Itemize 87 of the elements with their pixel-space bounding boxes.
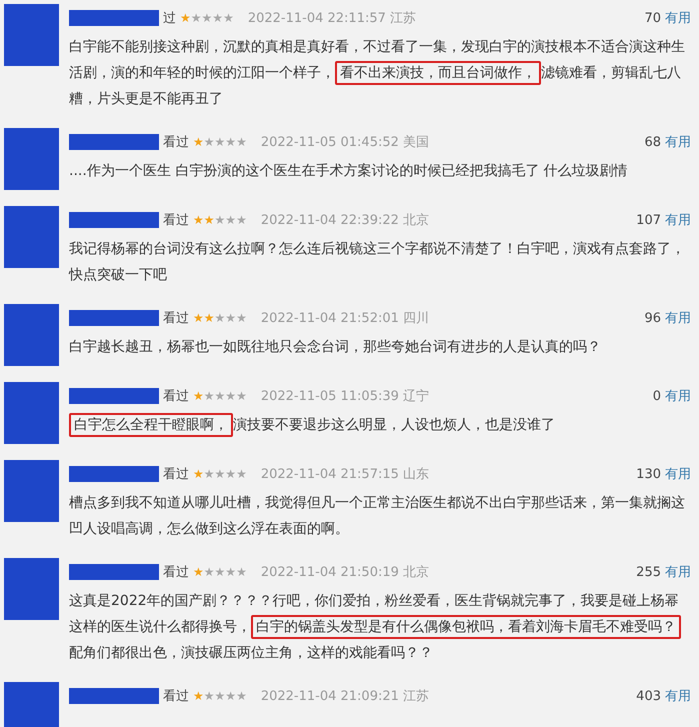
avatar	[4, 382, 59, 444]
review-time: 2022-11-04 21:57:15 山东	[260, 466, 430, 483]
star-icon: ★	[225, 467, 236, 481]
star-icon: ★	[193, 389, 204, 403]
star-icon: ★	[236, 389, 247, 403]
star-icon: ★	[204, 311, 215, 325]
watched-label: 看过	[163, 564, 189, 581]
star-icon: ★	[204, 467, 215, 481]
vote-count: 0	[652, 388, 661, 404]
star-icon: ★	[204, 565, 215, 579]
vote-count: 130	[636, 466, 661, 482]
star-icon: ★	[225, 565, 236, 579]
avatar	[4, 304, 59, 366]
star-icon: ★	[225, 689, 236, 703]
vote-count: 403	[636, 688, 661, 704]
review-time: 2022-11-05 01:45:52 美国	[260, 134, 430, 151]
star-icon: ★	[214, 389, 226, 403]
watched-label: 看过	[163, 310, 189, 327]
star-icon: ★	[236, 135, 247, 149]
avatar	[4, 128, 59, 190]
review-text: 白宇越长越丑，杨幂也一如既往地只会念台词，那些夸她台词有进步的人是认真的吗？	[69, 338, 602, 357]
star-icon: ★	[225, 213, 236, 227]
review-time: 2022-11-04 22:11:57 江苏	[248, 10, 416, 27]
avatar	[4, 682, 59, 727]
useful-link[interactable]: 有用	[665, 133, 691, 151]
review-text: 白宇怎么全程干瞪眼啊， 演技要不要退步这么明显，人设也烦人，也是没谁了	[69, 412, 691, 438]
star-icon: ★	[204, 389, 215, 403]
star-icon: ★	[225, 311, 236, 325]
avatar	[4, 558, 59, 620]
vote-count: 68	[644, 134, 661, 150]
review-time: 2022-11-04 21:50:19 北京	[260, 564, 430, 581]
watched-label: 看过	[163, 212, 189, 229]
avatar	[4, 206, 59, 268]
watched-label: 看过	[163, 466, 189, 483]
star-icon: ★	[193, 565, 204, 579]
star-icon: ★	[193, 467, 204, 481]
useful-link[interactable]: 有用	[665, 563, 691, 581]
star-icon: ★	[214, 565, 226, 579]
watched-label: 看过	[163, 134, 189, 151]
useful-link[interactable]: 有用	[665, 687, 691, 705]
star-icon: ★	[204, 689, 215, 703]
star-icon: ★	[225, 389, 236, 403]
star-icon: ★	[214, 467, 226, 481]
review-text: 槽点多到我不知道从哪儿吐槽，我觉得但凡一个正常主治医生都说不出白宇那些话来，第一集就搁这凹人设唱高调，怎么做到这么浮在表面的啊。	[69, 494, 686, 539]
avatar	[4, 4, 59, 66]
review-time: 2022-11-05 11:05:39 辽宁	[260, 388, 430, 405]
star-icon: ★	[214, 311, 226, 325]
watched-label: 看过	[163, 388, 189, 405]
useful-link[interactable]: 有用	[665, 465, 691, 483]
useful-link[interactable]: 有用	[665, 387, 691, 405]
star-icon: ★	[225, 135, 236, 149]
star-icon: ★	[180, 11, 191, 25]
vote-count: 96	[644, 310, 661, 326]
star-icon: ★	[193, 311, 204, 325]
review-text: 我记得杨幂的台词没有这么拉啊？怎么连后视镜这三个字都说不清楚了！白宇吧，演戏有点套路了，快点突破一下吧	[69, 240, 686, 285]
review-text: 这真是2022年的国产剧？？？？行吧，你们爱拍，粉丝爱看，医生背锅就完事了，我要是碰上杨幂这样的医生说什么都得换号， 白宇的锅盖头发型是有什么偶像包袱吗，看着刘海卡眉毛不难受吗？ 配角们都很出色，演技碾压两位主角，这样的戏能看吗？？	[69, 592, 682, 663]
watched-label: 看过	[163, 688, 189, 705]
avatar	[4, 460, 59, 522]
vote-count: 255	[636, 564, 661, 580]
star-icon: ★	[193, 135, 204, 149]
star-icon: ★	[236, 467, 247, 481]
star-icon: ★	[214, 213, 226, 227]
star-icon: ★	[212, 11, 224, 25]
star-icon: ★	[193, 213, 204, 227]
star-icon: ★	[236, 689, 247, 703]
star-icon: ★	[202, 11, 212, 25]
review-time: 2022-11-04 22:39:22 北京	[260, 212, 430, 229]
star-icon: ★	[236, 565, 247, 579]
useful-link[interactable]: 有用	[665, 211, 691, 229]
useful-link[interactable]: 有用	[665, 9, 691, 27]
star-icon: ★	[193, 689, 204, 703]
star-icon: ★	[223, 11, 234, 25]
star-icon: ★	[214, 689, 226, 703]
star-icon: ★	[236, 213, 247, 227]
star-icon: ★	[204, 135, 215, 149]
review-text: 白宇能不能别接这种剧，沉默的真相是真好看，不过看了一集，发现白宇的演技根本不适合演这种生活剧，演的和年轻的时候的江阳一个样子， 看不出来演技，而且台词做作， 滤镜难看，剪辑乱七八糟，片头更是不能再丑了	[69, 38, 686, 109]
review-time: 2022-11-04 21:09:21 江苏	[260, 688, 430, 705]
star-icon: ★	[236, 311, 247, 325]
star-icon: ★	[214, 135, 226, 149]
star-icon: ★	[204, 213, 215, 227]
vote-count: 70	[644, 10, 661, 26]
watched-label: 过	[163, 10, 176, 27]
useful-link[interactable]: 有用	[665, 309, 691, 327]
review-text: ....作为一个医生 白宇扮演的这个医生在手术方案讨论的时候已经把我搞毛了 什么垃圾剧情	[69, 162, 629, 181]
review-time: 2022-11-04 21:52:01 四川	[260, 310, 430, 327]
star-icon: ★	[190, 11, 202, 25]
vote-count: 107	[636, 212, 661, 228]
